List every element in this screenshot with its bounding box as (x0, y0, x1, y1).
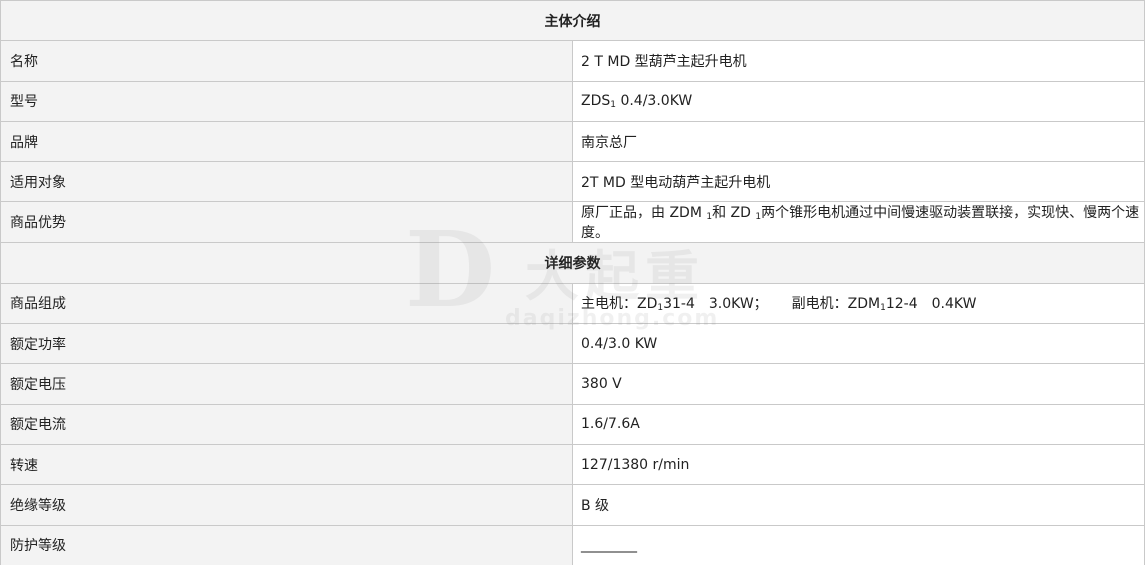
advantage-subscript-2: 1 (755, 212, 762, 223)
row-label-insulation: 绝缘等级 (0, 484, 573, 526)
main-motor-text-rest: 31-4 3.0KW； (663, 296, 768, 313)
aux-motor-text-rest: 12-4 0.4KW (885, 296, 977, 313)
table-row: 转速 127/1380 r/min (0, 443, 1145, 486)
row-value-insulation: B 级 (572, 484, 1145, 526)
row-label-rated-voltage: 额定电压 (0, 363, 573, 405)
row-value-name: 2 T MD 型葫芦主起升电机 (572, 40, 1145, 82)
row-value-advantage: 原厂正品，由 ZDM 1和 ZD 1两个锥形电机通过中间慢速驱动装置联接，实现快… (572, 201, 1145, 244)
model-subscript: 1 (610, 100, 616, 111)
aux-motor-subscript: 1 (880, 303, 886, 314)
row-label-brand: 品牌 (0, 120, 573, 163)
table-row: 名称 2 T MD 型葫芦主起升电机 (0, 40, 1145, 82)
row-label-composition: 商品组成 (0, 282, 573, 325)
table-row: 型号 ZDS1 0.4/3.0KW (0, 80, 1145, 122)
section-title-params: 详细参数 (0, 242, 1145, 284)
row-label-protection: 防护等级 (0, 524, 573, 565)
product-spec-table: 主体介绍 名称 2 T MD 型葫芦主起升电机 型号 ZDS1 0.4/3.0K… (0, 0, 1145, 565)
row-label-name: 名称 (0, 40, 573, 82)
row-value-protection: ________ (572, 524, 1145, 565)
row-value-composition: 主电机：ZD131-4 3.0KW； 副电机：ZDM112-4 0.4KW (572, 282, 1145, 325)
row-value-rated-current: 1.6/7.6A (572, 403, 1145, 445)
row-label-rated-current: 额定电流 (0, 403, 573, 445)
model-text-rest: 0.4/3.0KW (616, 93, 693, 110)
row-value-applicable: 2T MD 型电动葫芦主起升电机 (572, 161, 1145, 203)
row-value-model: ZDS1 0.4/3.0KW (572, 80, 1145, 122)
row-label-rated-power: 额定功率 (0, 323, 573, 365)
aux-motor-text: 副电机：ZDM (791, 296, 881, 313)
row-label-model: 型号 (0, 80, 573, 122)
table-row: 绝缘等级 B 级 (0, 484, 1145, 526)
advantage-subscript: 1 (706, 212, 713, 223)
table-row: 额定电流 1.6/7.6A (0, 403, 1145, 445)
section-title-intro: 主体介绍 (0, 0, 1145, 42)
advantage-text-mid: 和 ZD (712, 205, 756, 222)
table-row: 防护等级 ________ (0, 524, 1145, 565)
table-row: 商品组成 主电机：ZD131-4 3.0KW； 副电机：ZDM112-4 0.4K… (0, 282, 1145, 325)
table-row: 适用对象 2T MD 型电动葫芦主起升电机 (0, 161, 1145, 203)
model-text: ZDS (581, 93, 611, 110)
row-label-advantage: 商品优势 (0, 201, 573, 244)
table-row: 额定功率 0.4/3.0 KW (0, 323, 1145, 365)
row-value-rated-power: 0.4/3.0 KW (572, 323, 1145, 365)
row-value-rated-voltage: 380 V (572, 363, 1145, 405)
advantage-text: 原厂正品，由 ZDM (581, 205, 707, 222)
row-label-speed: 转速 (0, 443, 573, 486)
row-label-applicable: 适用对象 (0, 161, 573, 203)
row-value-speed: 127/1380 r/min (572, 443, 1145, 486)
row-value-brand: 南京总厂 (572, 120, 1145, 163)
section-header-row: 主体介绍 (0, 0, 1145, 42)
main-motor-subscript: 1 (657, 303, 664, 314)
table-row: 商品优势 原厂正品，由 ZDM 1和 ZD 1两个锥形电机通过中间慢速驱动装置联… (0, 201, 1145, 244)
table-row: 品牌 南京总厂 (0, 120, 1145, 163)
table-row: 额定电压 380 V (0, 363, 1145, 405)
main-motor-text: 主电机：ZD (581, 296, 658, 313)
section-header-row: 详细参数 (0, 242, 1145, 284)
